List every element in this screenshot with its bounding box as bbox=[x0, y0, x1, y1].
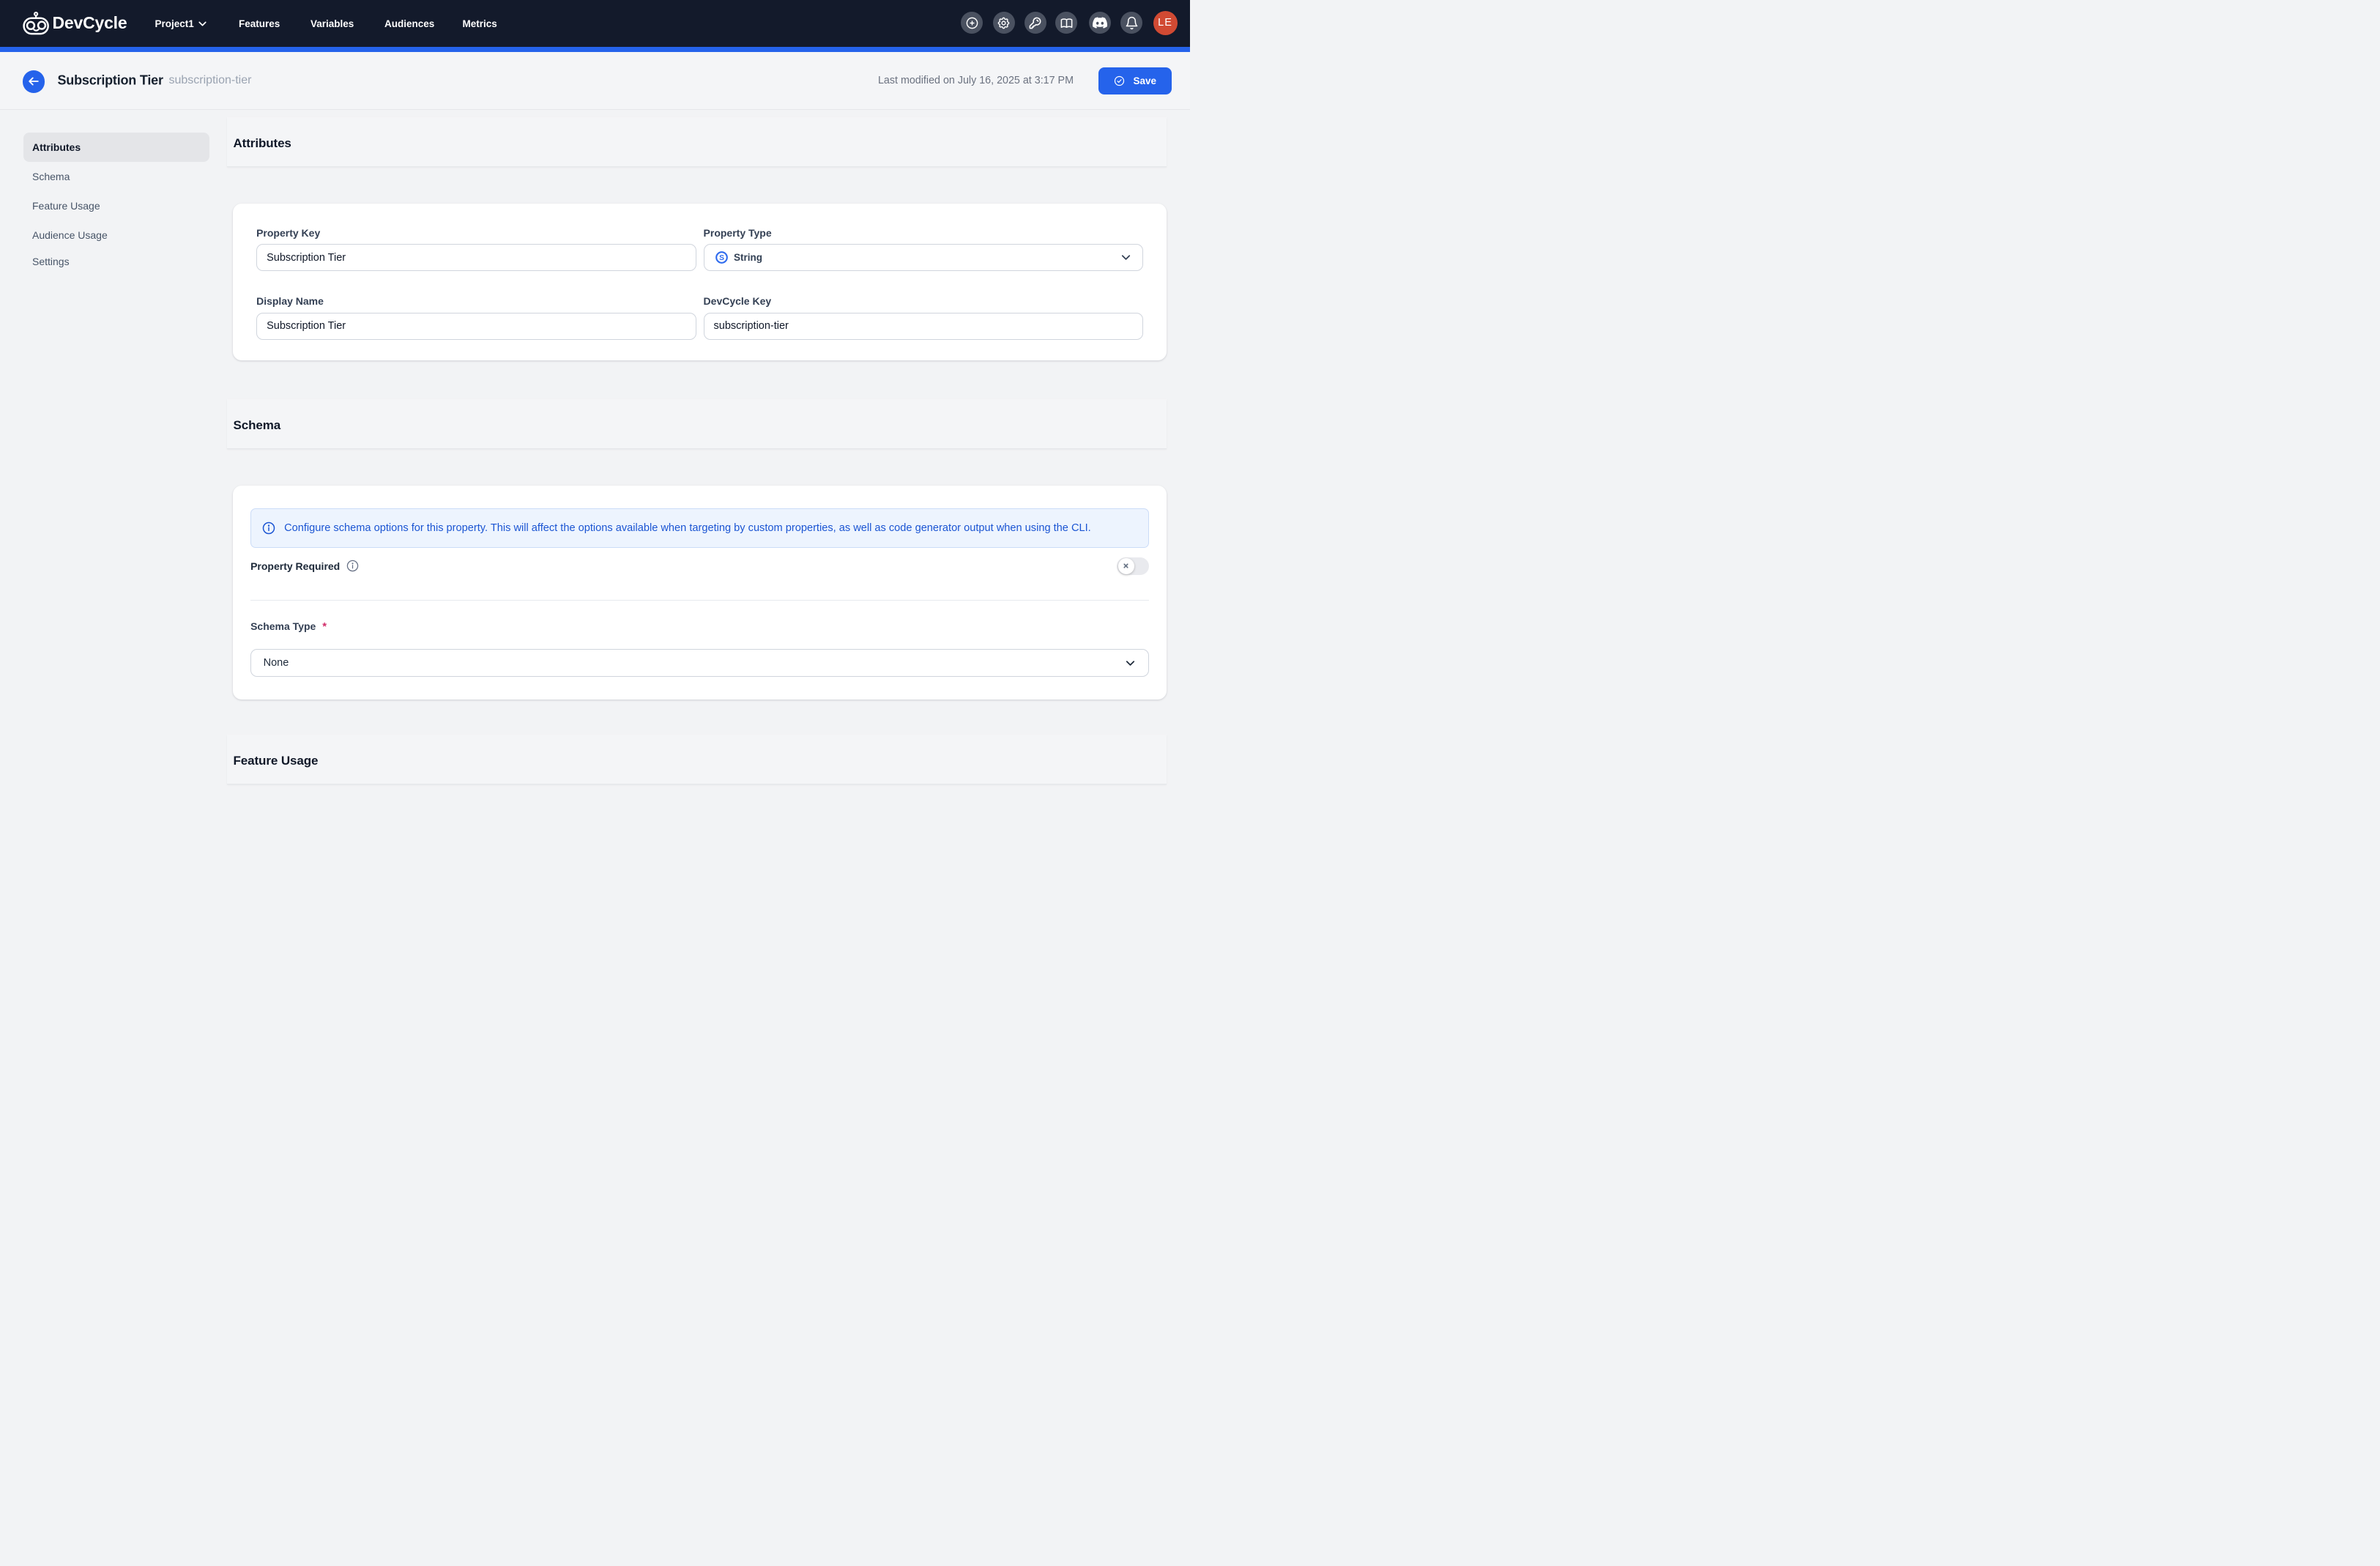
svg-text:S: S bbox=[719, 254, 724, 262]
